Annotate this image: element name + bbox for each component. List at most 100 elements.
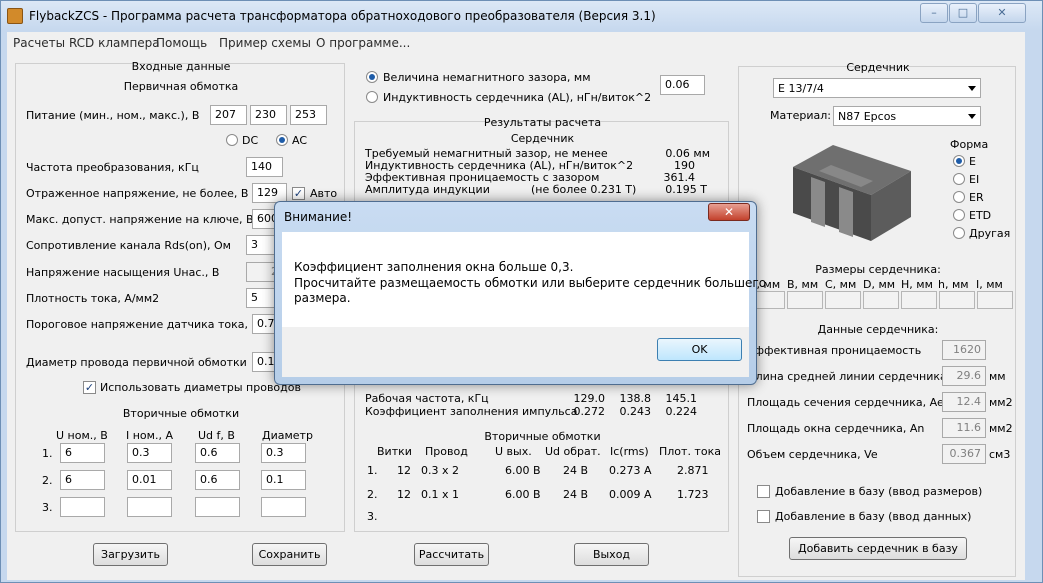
res-sec-wire: 0.3 x 2 [421,464,459,477]
shape-radio-e[interactable] [953,155,965,167]
save-button[interactable]: Сохранить [252,543,327,566]
result-duty-label: Коэффициент заполнения импульса [365,405,578,418]
sec-diameter-input[interactable] [261,497,306,517]
dialog-title: Внимание! [284,210,353,224]
dims-header-i: I, мм [976,278,1003,291]
supply-min-input[interactable]: 207 [210,105,247,125]
sec-u-input[interactable] [60,497,105,517]
sec-diameter-input[interactable]: 0.3 [261,443,306,463]
core-mu-input[interactable]: 1620 [942,340,986,360]
minimize-button[interactable]: – [920,3,948,23]
core-ae-label: Площадь сечения сердечника, Ae [747,396,944,409]
sec-i-input[interactable]: 0.01 [127,470,172,490]
sec-ud-input[interactable]: 0.6 [195,443,240,463]
dim-b-field[interactable] [787,291,823,309]
core-panel-title: Сердечник [846,61,910,74]
gap-input[interactable]: 0.06 [660,75,705,95]
sec-i-input[interactable] [127,497,172,517]
res-sec-header-j: Плот. тока [659,445,721,458]
sense-voltage-label: Пороговое напряжение датчика тока, В [26,318,260,331]
al-radio[interactable] [366,91,378,103]
res-sec-u: 6.00 В [505,488,541,501]
add-core-button[interactable]: Добавить сердечник в базу [789,537,967,560]
gap-radio-label: Величина немагнитного зазора, мм [383,71,591,84]
res-sec-ud: 24 В [563,488,589,501]
core-ve-input[interactable]: 0.367 [942,444,986,464]
reflected-voltage-label: Отраженное напряжение, не более, В [26,187,249,200]
reflected-voltage-input[interactable]: 129 [252,183,287,203]
result-induction-label: Амплитуда индукции [365,183,490,196]
core-dims-title: Размеры сердечника: [815,263,941,276]
dim-h-lower-field[interactable] [939,291,975,309]
frequency-label: Частота преобразования, кГц [26,161,199,174]
res-sec-header-turns: Витки [377,445,412,458]
core-ae-input[interactable]: 12.4 [942,392,986,412]
load-button[interactable]: Загрузить [93,543,168,566]
app-icon [7,8,23,24]
result-induction-value: 0.195 Т [665,183,707,196]
menu-example-circuit[interactable]: Пример схемы [219,36,311,50]
dialog-message-line-3: размера. [294,291,351,305]
res-sec-turns: 12 [397,488,411,501]
maximize-button[interactable]: □ [949,3,977,23]
sec-diameter-input[interactable]: 0.1 [261,470,306,490]
dim-i-field[interactable] [977,291,1013,309]
sec-ud-input[interactable]: 0.6 [195,470,240,490]
results-title: Результаты расчета [483,116,602,129]
shape-radio-er[interactable] [953,191,965,203]
dim-d-field[interactable] [863,291,899,309]
shape-title: Форма [950,138,989,151]
sec-i-input[interactable]: 0.3 [127,443,172,463]
sec-ud-input[interactable] [195,497,240,517]
add-dims-checkbox[interactable] [757,485,770,498]
shape-label-ei: EI [969,173,980,186]
dialog-close-button[interactable]: ✕ [708,203,750,221]
dim-h-upper-field[interactable] [901,291,937,309]
close-icon: ✕ [723,205,735,219]
core-select[interactable]: E 13/7/4 [773,78,981,98]
menu-bar: Расчеты RCD клампера Помощь Пример схемы… [7,32,1025,54]
supply-label: Питание (мин., ном., макс.), В [26,109,200,122]
add-data-checkbox[interactable] [757,510,770,523]
core-an-input[interactable]: 11.6 [942,418,986,438]
use-wire-diameters-label: Использовать диаметры проводов [100,381,301,394]
dim-c-field[interactable] [825,291,861,309]
vmax-label: Макс. допуст. напряжение на ключе, В [26,213,254,226]
result-duty-nom: 0.243 [619,405,652,418]
sec-header-u: U ном., В [56,429,108,442]
sec-u-input[interactable]: 6 [60,443,105,463]
chevron-down-icon [968,86,976,91]
calculate-button[interactable]: Рассчитать [414,543,489,566]
warning-dialog: Внимание! ✕ Коэффициент заполнения окна … [274,201,766,385]
title-bar[interactable]: FlybackZCS - Программа расчета трансформ… [1,1,1042,31]
shape-radio-ei[interactable] [953,173,965,185]
sec-u-input[interactable]: 6 [60,470,105,490]
menu-rcd-clamper[interactable]: Расчеты RCD клампера [13,36,160,50]
supply-nom-input[interactable]: 230 [250,105,287,125]
close-button[interactable]: ✕ [978,3,1026,23]
core-ve-label: Объем сердечника, Ve [747,448,878,461]
ok-button[interactable]: OK [657,338,742,361]
shape-radio-other[interactable] [953,227,965,239]
dialog-body: Коэффициент заполнения окна больше 0,3. … [282,232,766,327]
menu-about[interactable]: О программе... [316,36,410,50]
result-freq-nom: 138.8 [619,392,652,405]
res-sec-ic: 0.009 А [609,488,652,501]
res-sec-row-number: 2. [367,488,378,501]
shape-radio-etd[interactable] [953,209,965,221]
material-select[interactable]: N87 Epcos [833,106,981,126]
usat-label: Напряжение насыщения Uнас., В [26,266,220,279]
dims-header-h-lower: h, мм [938,278,969,291]
dc-radio[interactable] [226,134,238,146]
core-le-input[interactable]: 29.6 [942,366,986,386]
use-wire-diameters-checkbox[interactable]: ✓ [83,381,96,394]
exit-button[interactable]: Выход [574,543,649,566]
shape-label-etd: ETD [969,209,992,222]
auto-checkbox[interactable]: ✓ [292,187,305,200]
ac-radio[interactable] [276,134,288,146]
supply-max-input[interactable]: 253 [290,105,327,125]
gap-radio[interactable] [366,71,378,83]
frequency-input[interactable]: 140 [246,157,283,177]
menu-help[interactable]: Помощь [156,36,207,50]
result-freq-min: 129.0 [573,392,606,405]
